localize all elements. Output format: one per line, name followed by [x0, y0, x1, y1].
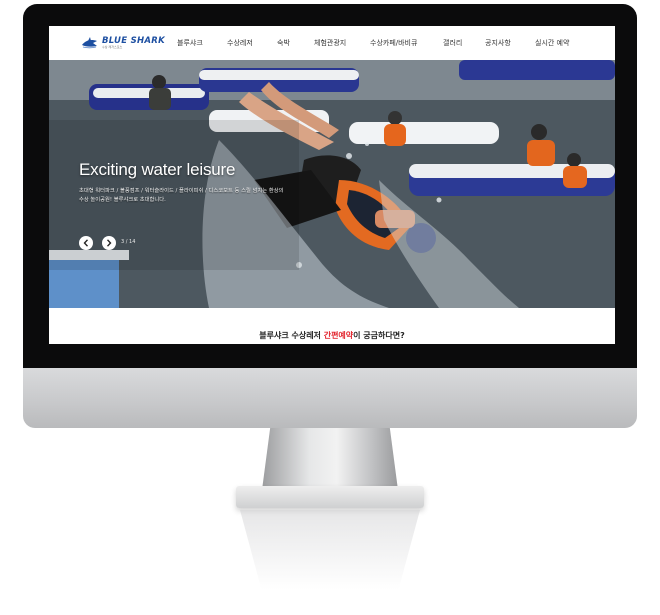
menu-item-gallery[interactable]: 갤러리	[443, 38, 485, 48]
monitor-stand-foot	[236, 486, 424, 508]
stand-reflection	[240, 510, 420, 590]
menu-item-blueshark[interactable]: 블루샤크	[177, 38, 227, 48]
menu-item-cafe-bbq[interactable]: 수상카페/바비큐	[370, 38, 443, 48]
hero-title: Exciting water leisure	[79, 160, 236, 179]
hero-description: 초대형 워터파크 / 볼풍점프 / 워터슬라이드 / 플라이피쉬 / 디스코보트…	[79, 188, 284, 203]
main-menu: 블루샤크 수상레저 숙박 체험관광지 수상카페/바비큐 갤러리 공지사항 실시간…	[177, 38, 569, 48]
top-navigation: BLUE SHARK 수상 레저스포츠 블루샤크 수상레저 숙박 체험관광지 수…	[49, 26, 615, 60]
menu-item-lodging[interactable]: 숙박	[277, 38, 314, 48]
content-section: 블루샤크 수상레저 간편예약이 궁금하다면?	[49, 308, 615, 344]
slide-counter: 3 / 14	[121, 239, 136, 245]
slider-prev-button[interactable]	[79, 236, 93, 250]
chevron-right-icon	[106, 239, 112, 247]
website-screen: BLUE SHARK 수상 레저스포츠 블루샤크 수상레저 숙박 체험관광지 수…	[49, 26, 615, 344]
cta-highlight[interactable]: 간편예약	[324, 331, 353, 340]
menu-item-water-leisure[interactable]: 수상레저	[227, 38, 277, 48]
imac-mockup: BLUE SHARK 수상 레저스포츠 블루샤크 수상레저 숙박 체험관광지 수…	[0, 0, 660, 615]
slider-next-button[interactable]	[102, 236, 116, 250]
monitor-chin	[23, 368, 637, 428]
brand-name: BLUE SHARK	[102, 35, 166, 46]
cta-text-after: 이 궁금하다면?	[353, 331, 405, 340]
monitor-stand-neck	[262, 428, 398, 490]
reservation-cta-heading: 블루샤크 수상레저 간편예약이 궁금하다면?	[49, 330, 615, 341]
menu-item-notice[interactable]: 공지사항	[485, 38, 535, 48]
cta-text-before: 블루샤크 수상레저	[259, 331, 324, 340]
shark-logo-icon	[81, 37, 99, 49]
chevron-left-icon	[83, 239, 89, 247]
brand-tagline: 수상 레저스포츠	[102, 45, 123, 50]
hero-slider: Exciting water leisure 초대형 워터파크 / 볼풍점프 /…	[49, 60, 615, 308]
menu-item-tourism[interactable]: 체험관광지	[314, 38, 370, 48]
site-logo[interactable]: BLUE SHARK 수상 레저스포츠	[81, 37, 173, 50]
menu-item-reservation[interactable]: 실시간 예약	[535, 38, 569, 48]
hero-photo	[49, 60, 615, 308]
